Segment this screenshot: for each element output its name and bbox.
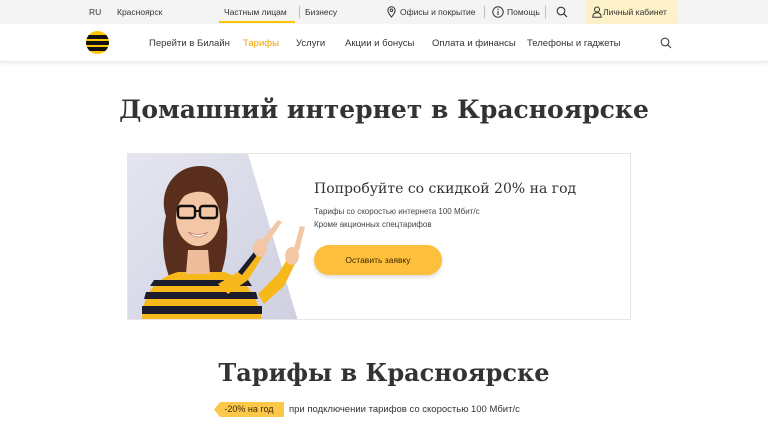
- promo-line-speed: Тарифы со скоростью интернета 100 Мбит/с: [314, 207, 480, 216]
- promo-line-exceptions: Кроме акционных спецтарифов: [314, 220, 432, 229]
- discount-badge: -20% на год: [214, 402, 284, 417]
- promo-banner: Попробуйте со скидкой 20% на год Тарифы …: [127, 153, 631, 320]
- beeline-logo[interactable]: [86, 31, 109, 54]
- info-icon: [492, 6, 504, 18]
- discount-note: при подключении тарифов со скоростью 100…: [289, 404, 520, 415]
- main-nav: Перейти в Билайн Тарифы Услуги Акции и б…: [0, 24, 768, 62]
- tab-private[interactable]: Частным лицам: [224, 7, 287, 17]
- divider: [299, 6, 300, 18]
- city-selector[interactable]: Красноярск: [117, 7, 162, 17]
- language-switch[interactable]: RU: [89, 7, 101, 17]
- location-pin-icon: [387, 6, 396, 18]
- nav-item-phones[interactable]: Телефоны и гаджеты: [527, 38, 620, 49]
- nav-item-switch-to-beeline[interactable]: Перейти в Билайн: [149, 38, 230, 49]
- tariffs-section-title: Тарифы в Красноярске: [218, 358, 550, 387]
- nav-item-promos[interactable]: Акции и бонусы: [345, 38, 414, 49]
- page-title: Домашний интернет в Красноярске: [119, 95, 649, 124]
- tab-business[interactable]: Бизнесу: [305, 7, 337, 17]
- leave-request-button[interactable]: Оставить заявку: [314, 245, 442, 275]
- search-icon[interactable]: [556, 6, 568, 18]
- woman-pointing-photo: [128, 154, 305, 319]
- tab-active-indicator: [219, 21, 295, 23]
- top-utility-bar: RU Красноярск Частным лицам Бизнесу Офис…: [0, 0, 768, 24]
- nav-item-tariffs[interactable]: Тарифы: [243, 38, 279, 49]
- divider: [545, 6, 546, 18]
- search-icon[interactable]: [660, 37, 672, 49]
- personal-cabinet-button[interactable]: Личный кабинет: [585, 0, 677, 24]
- offices-link[interactable]: Офисы и покрытие: [400, 7, 475, 17]
- promo-title: Попробуйте со скидкой 20% на год: [314, 181, 577, 197]
- nav-item-services[interactable]: Услуги: [296, 38, 325, 49]
- help-link[interactable]: Помощь: [507, 7, 540, 17]
- divider: [484, 6, 485, 18]
- cabinet-label: Личный кабинет: [603, 7, 667, 17]
- user-icon: [592, 6, 602, 18]
- nav-item-payments[interactable]: Оплата и финансы: [432, 38, 516, 49]
